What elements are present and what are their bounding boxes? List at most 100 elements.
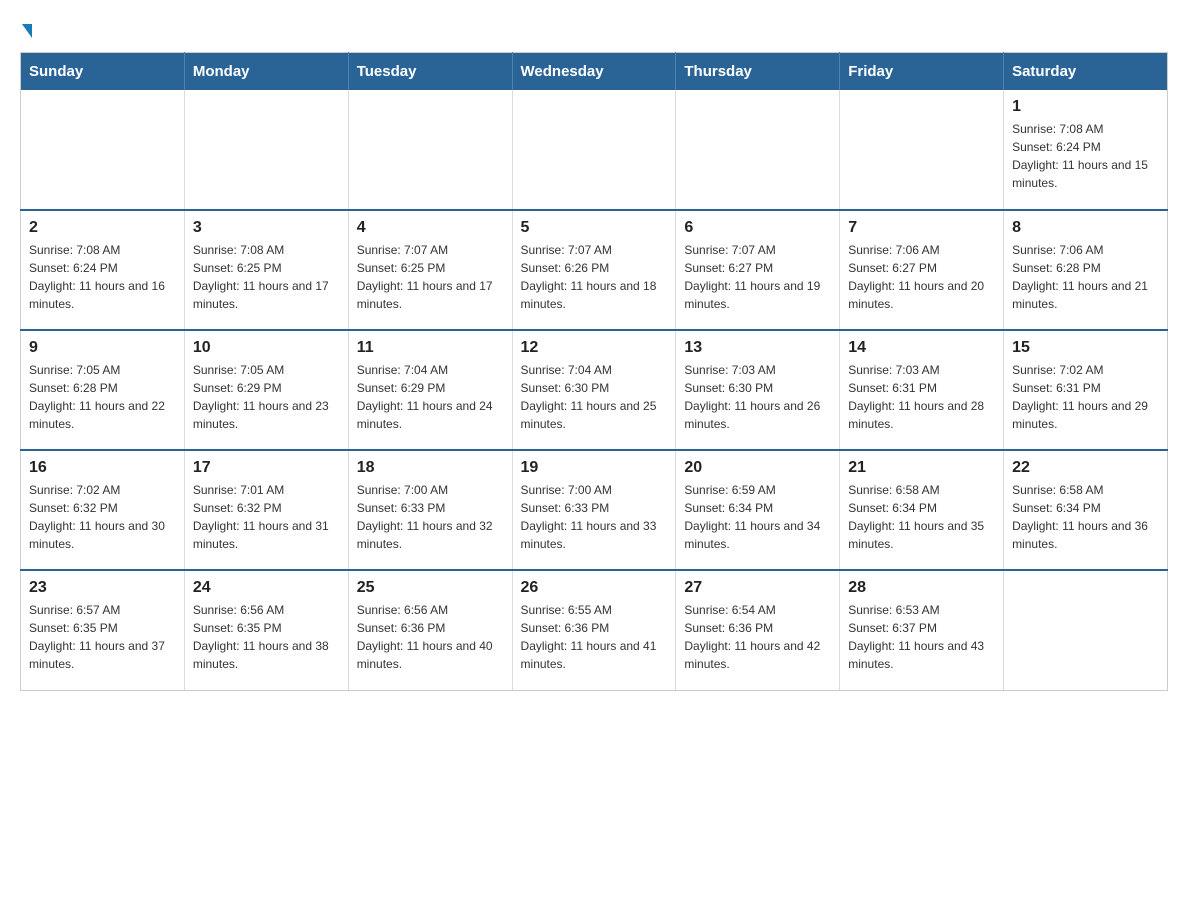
day-info: Sunrise: 7:04 AMSunset: 6:30 PMDaylight:… — [521, 361, 668, 433]
day-info: Sunrise: 6:58 AMSunset: 6:34 PMDaylight:… — [1012, 481, 1159, 553]
calendar-cell: 9 Sunrise: 7:05 AMSunset: 6:28 PMDaylight… — [21, 330, 185, 450]
day-info: Sunrise: 7:05 AMSunset: 6:28 PMDaylight:… — [29, 361, 176, 433]
day-info: Sunrise: 6:55 AMSunset: 6:36 PMDaylight:… — [521, 601, 668, 673]
calendar-cell: 23 Sunrise: 6:57 AMSunset: 6:35 PMDayligh… — [21, 570, 185, 690]
day-number: 3 — [193, 219, 340, 237]
calendar-week-row: 9 Sunrise: 7:05 AMSunset: 6:28 PMDaylight… — [21, 330, 1168, 450]
weekday-header-sunday: Sunday — [21, 53, 185, 91]
calendar-cell — [676, 90, 840, 210]
day-info: Sunrise: 7:00 AMSunset: 6:33 PMDaylight:… — [521, 481, 668, 553]
calendar-cell: 2Sunrise: 7:08 AMSunset: 6:24 PMDaylight… — [21, 210, 185, 330]
logo — [20, 20, 32, 36]
calendar-cell: 1 Sunrise: 7:08 AMSunset: 6:24 PMDaylight… — [1004, 90, 1168, 210]
day-info: Sunrise: 7:00 AMSunset: 6:33 PMDaylight:… — [357, 481, 504, 553]
day-number: 5 — [521, 219, 668, 237]
calendar-cell: 20 Sunrise: 6:59 AMSunset: 6:34 PMDayligh… — [676, 450, 840, 570]
calendar-cell — [21, 90, 185, 210]
day-number: 15 — [1012, 339, 1159, 357]
calendar-cell: 22 Sunrise: 6:58 AMSunset: 6:34 PMDayligh… — [1004, 450, 1168, 570]
day-number: 23 — [29, 579, 176, 597]
day-number: 21 — [848, 459, 995, 477]
calendar-week-row: 2Sunrise: 7:08 AMSunset: 6:24 PMDaylight… — [21, 210, 1168, 330]
day-info: Sunrise: 7:07 AMSunset: 6:25 PMDaylight:… — [357, 241, 504, 313]
day-info: Sunrise: 7:02 AMSunset: 6:31 PMDaylight:… — [1012, 361, 1159, 433]
calendar-cell: 6 Sunrise: 7:07 AMSunset: 6:27 PMDaylight… — [676, 210, 840, 330]
calendar-week-row: 16 Sunrise: 7:02 AMSunset: 6:32 PMDayligh… — [21, 450, 1168, 570]
day-info: Sunrise: 6:56 AMSunset: 6:35 PMDaylight:… — [193, 601, 340, 673]
calendar-cell — [1004, 570, 1168, 690]
calendar-cell: 24 Sunrise: 6:56 AMSunset: 6:35 PMDayligh… — [184, 570, 348, 690]
day-number: 8 — [1012, 219, 1159, 237]
weekday-header-tuesday: Tuesday — [348, 53, 512, 91]
day-number: 28 — [848, 579, 995, 597]
day-number: 7 — [848, 219, 995, 237]
day-number: 13 — [684, 339, 831, 357]
calendar-cell: 15 Sunrise: 7:02 AMSunset: 6:31 PMDayligh… — [1004, 330, 1168, 450]
day-info: Sunrise: 6:57 AMSunset: 6:35 PMDaylight:… — [29, 601, 176, 673]
day-number: 10 — [193, 339, 340, 357]
day-number: 17 — [193, 459, 340, 477]
weekday-header-monday: Monday — [184, 53, 348, 91]
day-number: 20 — [684, 459, 831, 477]
weekday-header-saturday: Saturday — [1004, 53, 1168, 91]
day-info: Sunrise: 7:03 AMSunset: 6:30 PMDaylight:… — [684, 361, 831, 433]
day-number: 14 — [848, 339, 995, 357]
day-info: Sunrise: 7:02 AMSunset: 6:32 PMDaylight:… — [29, 481, 176, 553]
calendar-cell: 25 Sunrise: 6:56 AMSunset: 6:36 PMDayligh… — [348, 570, 512, 690]
calendar-week-row: 23 Sunrise: 6:57 AMSunset: 6:35 PMDayligh… — [21, 570, 1168, 690]
day-number: 1 — [1012, 98, 1159, 116]
calendar-cell: 5 Sunrise: 7:07 AMSunset: 6:26 PMDaylight… — [512, 210, 676, 330]
calendar-cell: 8 Sunrise: 7:06 AMSunset: 6:28 PMDaylight… — [1004, 210, 1168, 330]
day-number: 4 — [357, 219, 504, 237]
day-number: 6 — [684, 219, 831, 237]
calendar-cell: 14 Sunrise: 7:03 AMSunset: 6:31 PMDayligh… — [840, 330, 1004, 450]
day-number: 16 — [29, 459, 176, 477]
day-info: Sunrise: 6:59 AMSunset: 6:34 PMDaylight:… — [684, 481, 831, 553]
day-info: Sunrise: 7:08 AMSunset: 6:25 PMDaylight:… — [193, 241, 340, 313]
day-number: 9 — [29, 339, 176, 357]
calendar-cell: 11 Sunrise: 7:04 AMSunset: 6:29 PMDayligh… — [348, 330, 512, 450]
calendar-cell: 19 Sunrise: 7:00 AMSunset: 6:33 PMDayligh… — [512, 450, 676, 570]
day-info: Sunrise: 6:53 AMSunset: 6:37 PMDaylight:… — [848, 601, 995, 673]
day-number: 24 — [193, 579, 340, 597]
day-number: 2 — [29, 219, 176, 237]
calendar-cell: 27Sunrise: 6:54 AMSunset: 6:36 PMDayligh… — [676, 570, 840, 690]
calendar-cell: 13 Sunrise: 7:03 AMSunset: 6:30 PMDayligh… — [676, 330, 840, 450]
logo-arrow-icon — [22, 24, 32, 38]
day-info: Sunrise: 7:03 AMSunset: 6:31 PMDaylight:… — [848, 361, 995, 433]
day-info: Sunrise: 7:05 AMSunset: 6:29 PMDaylight:… — [193, 361, 340, 433]
calendar-cell: 21 Sunrise: 6:58 AMSunset: 6:34 PMDayligh… — [840, 450, 1004, 570]
calendar-table: SundayMondayTuesdayWednesdayThursdayFrid… — [20, 52, 1168, 691]
day-number: 26 — [521, 579, 668, 597]
day-info: Sunrise: 6:56 AMSunset: 6:36 PMDaylight:… — [357, 601, 504, 673]
calendar-cell: 16 Sunrise: 7:02 AMSunset: 6:32 PMDayligh… — [21, 450, 185, 570]
day-number: 22 — [1012, 459, 1159, 477]
day-info: Sunrise: 7:04 AMSunset: 6:29 PMDaylight:… — [357, 361, 504, 433]
calendar-cell: 26 Sunrise: 6:55 AMSunset: 6:36 PMDayligh… — [512, 570, 676, 690]
weekday-header-row: SundayMondayTuesdayWednesdayThursdayFrid… — [21, 53, 1168, 91]
calendar-cell — [184, 90, 348, 210]
weekday-header-wednesday: Wednesday — [512, 53, 676, 91]
day-number: 19 — [521, 459, 668, 477]
calendar-cell — [512, 90, 676, 210]
calendar-cell: 4 Sunrise: 7:07 AMSunset: 6:25 PMDaylight… — [348, 210, 512, 330]
day-number: 11 — [357, 339, 504, 357]
page-header — [20, 20, 1168, 36]
weekday-header-friday: Friday — [840, 53, 1004, 91]
calendar-cell — [348, 90, 512, 210]
day-info: Sunrise: 7:07 AMSunset: 6:26 PMDaylight:… — [521, 241, 668, 313]
day-info: Sunrise: 6:58 AMSunset: 6:34 PMDaylight:… — [848, 481, 995, 553]
day-info: Sunrise: 7:08 AMSunset: 6:24 PMDaylight:… — [1012, 120, 1159, 192]
day-number: 18 — [357, 459, 504, 477]
calendar-cell: 28 Sunrise: 6:53 AMSunset: 6:37 PMDayligh… — [840, 570, 1004, 690]
calendar-cell — [840, 90, 1004, 210]
day-number: 25 — [357, 579, 504, 597]
day-info: Sunrise: 7:06 AMSunset: 6:28 PMDaylight:… — [1012, 241, 1159, 313]
day-info: Sunrise: 7:07 AMSunset: 6:27 PMDaylight:… — [684, 241, 831, 313]
day-info: Sunrise: 6:54 AMSunset: 6:36 PMDaylight:… — [684, 601, 831, 673]
calendar-cell: 12Sunrise: 7:04 AMSunset: 6:30 PMDayligh… — [512, 330, 676, 450]
calendar-cell: 17Sunrise: 7:01 AMSunset: 6:32 PMDayligh… — [184, 450, 348, 570]
calendar-week-row: 1 Sunrise: 7:08 AMSunset: 6:24 PMDaylight… — [21, 90, 1168, 210]
calendar-cell: 7Sunrise: 7:06 AMSunset: 6:27 PMDaylight… — [840, 210, 1004, 330]
calendar-cell: 10 Sunrise: 7:05 AMSunset: 6:29 PMDayligh… — [184, 330, 348, 450]
